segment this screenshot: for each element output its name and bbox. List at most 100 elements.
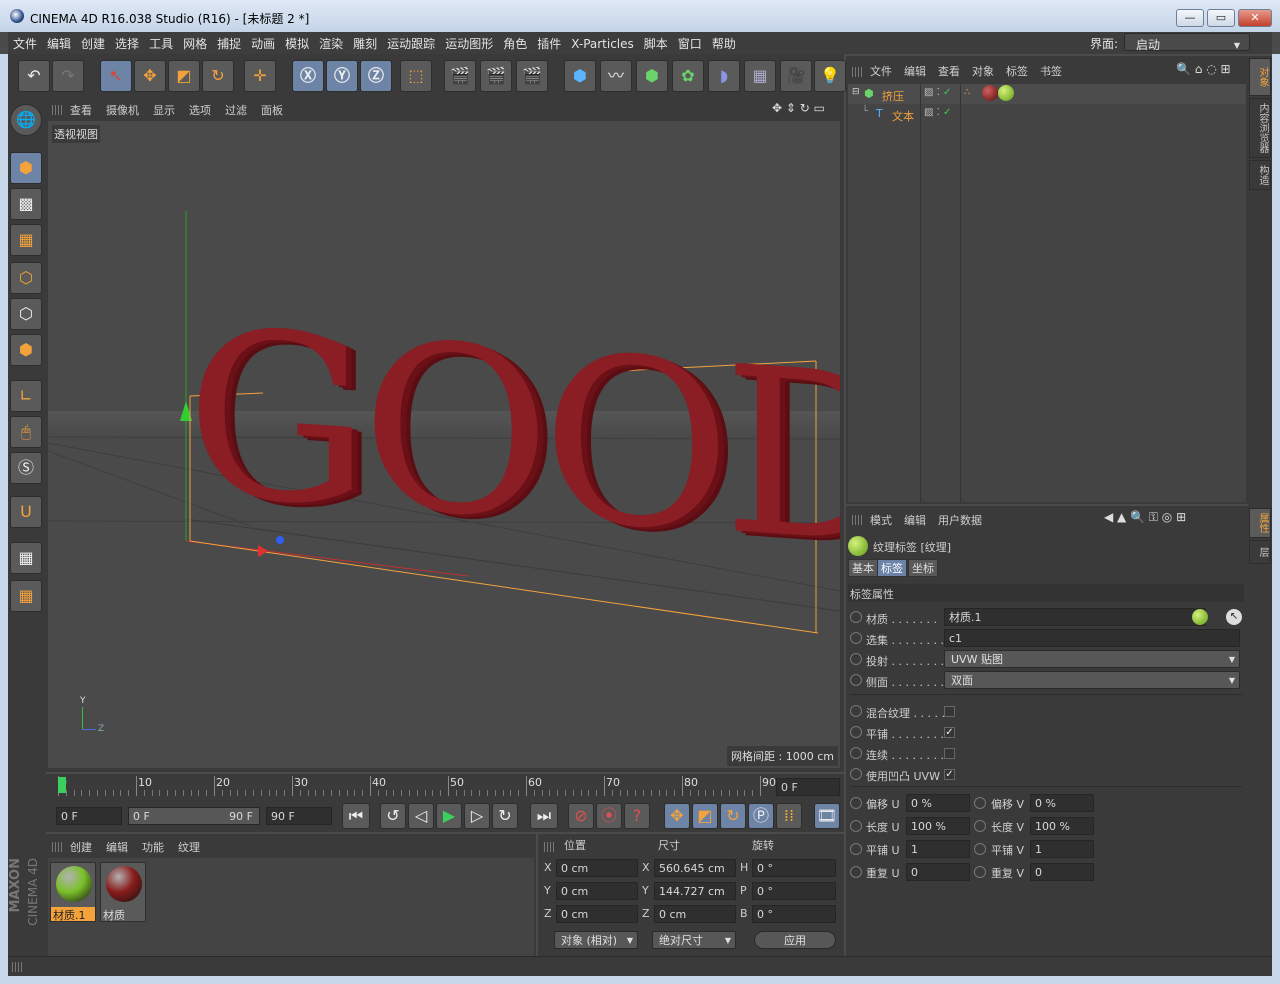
z-axis-lock-button[interactable]: Ⓩ [360,60,392,92]
light-button[interactable]: 💡 [814,60,846,92]
uv-right-field[interactable]: 0 [1030,863,1094,881]
animate-radio[interactable] [850,632,862,644]
object-row-extrude[interactable]: ⊟ ⬢ 挤压 ▨ ⁚ ✓ ∴ [848,84,1246,104]
menu-item-11[interactable]: 运动跟踪 [382,32,440,52]
live-select-button[interactable]: ↖ [100,60,132,92]
render-settings-button[interactable]: 🎬 [516,60,548,92]
rotate-tool-button[interactable]: ↻ [202,60,234,92]
visibility-toggle[interactable]: ▨ ⁚ ✓ [924,107,951,118]
prev-frame-button[interactable]: ◁ [408,803,434,829]
animate-radio[interactable] [850,747,862,759]
axis-mode-button[interactable]: ∟ [10,380,42,412]
material-thumbnail[interactable]: 材质 [100,862,146,922]
object-menu-item-3[interactable]: 对象 [972,65,994,78]
attribute-field[interactable]: c1 [944,629,1240,647]
globe-icon[interactable]: 🌐 [10,104,42,136]
scale-tool-button[interactable]: ◩ [168,60,200,92]
tab-content-browser[interactable]: 内容浏览器 [1249,98,1271,158]
uv-right-field[interactable]: 0 % [1030,794,1094,812]
animate-radio[interactable] [850,611,862,623]
render-picture-viewer-button[interactable]: 🎬 [480,60,512,92]
menu-item-5[interactable]: 网格 [178,32,212,52]
animate-radio[interactable] [850,653,862,665]
attribute-checkbox[interactable] [944,706,955,717]
object-toolbar-icons[interactable]: 🔍 ⌂ ◌ ⊞ [1176,62,1231,76]
animate-radio[interactable] [974,843,986,855]
y-axis-lock-button[interactable]: Ⓨ [326,60,358,92]
go-to-start-button[interactable]: ⏮ [342,803,370,829]
render-view-button[interactable]: 🎬 [444,60,476,92]
menu-item-7[interactable]: 动画 [246,32,280,52]
viewport-menu-item-3[interactable]: 选项 [189,104,211,117]
next-key-button[interactable]: ↻ [492,803,518,829]
attribute-menu-item-2[interactable]: 用户数据 [938,514,982,527]
material-menu-item-3[interactable]: 纹理 [178,841,200,854]
coordinate-mode-dropdown[interactable]: 对象 (相对) ▼ [554,931,638,949]
menu-item-2[interactable]: 创建 [76,32,110,52]
scene-text-good[interactable]: GOOD [186,280,840,597]
size-field[interactable]: 560.645 cm [654,859,736,877]
cube-primitive-button[interactable]: ⬢ [564,60,596,92]
start-frame-field[interactable]: 0 F [56,807,122,825]
menu-item-13[interactable]: 角色 [498,32,532,52]
viewport-menu-item-5[interactable]: 面板 [261,104,283,117]
object-menu-item-4[interactable]: 标签 [1006,65,1028,78]
material-link-swatch[interactable] [1192,609,1208,625]
menu-item-18[interactable]: 帮助 [707,32,741,52]
deformer-button[interactable]: ◗ [708,60,740,92]
rotation-field[interactable]: 0 ° [752,859,836,877]
attribute-field[interactable]: 材质.1 [944,608,1206,626]
record-keys-button[interactable]: ⊘ [568,803,594,829]
key-position-button[interactable]: ✥ [664,803,690,829]
uv-left-field[interactable]: 0 [906,863,970,881]
object-menu-item-5[interactable]: 书签 [1040,65,1062,78]
apply-button[interactable]: 应用 [754,931,836,949]
tag-icon[interactable]: ∴ [964,87,970,98]
object-menu-item-2[interactable]: 查看 [938,65,960,78]
recent-tool-button[interactable]: ✛ [244,60,276,92]
attribute-nav-icons[interactable]: ◀ ▲ 🔍 ⚿ ◎ ⊞ [1104,510,1186,525]
menu-item-3[interactable]: 选择 [110,32,144,52]
key-parameter-button[interactable]: Ⓟ [748,803,774,829]
animate-radio[interactable] [850,726,862,738]
animate-radio[interactable] [850,674,862,686]
lock-workplane-button[interactable]: ▦ [10,542,42,574]
tweak-mode-button[interactable]: 🖱 [10,416,42,448]
menu-item-1[interactable]: 编辑 [42,32,76,52]
menu-item-17[interactable]: 窗口 [673,32,707,52]
attribute-checkbox[interactable]: ✓ [944,727,955,738]
minimize-button[interactable]: — [1176,9,1204,27]
animate-radio[interactable] [850,843,862,855]
texture-mode-button[interactable]: ▩ [10,188,42,220]
position-field[interactable]: 0 cm [556,882,638,900]
prev-key-button[interactable]: ↺ [380,803,406,829]
menu-item-10[interactable]: 雕刻 [348,32,382,52]
move-tool-button[interactable]: ✥ [134,60,166,92]
object-menu-item-0[interactable]: 文件 [870,65,892,78]
current-frame-field[interactable]: 0 F [776,778,840,796]
position-field[interactable]: 0 cm [556,905,638,923]
tab-objects[interactable]: 对象 [1249,58,1271,96]
uv-right-field[interactable]: 1 [1030,840,1094,858]
menu-item-15[interactable]: X-Particles [566,34,639,51]
range-slider[interactable]: 0 F 90 F [128,807,260,825]
playhead[interactable] [58,777,66,793]
visibility-toggle[interactable]: ▨ ⁚ ✓ [924,87,951,98]
size-mode-dropdown[interactable]: 绝对尺寸 ▼ [652,931,736,949]
viewport-menu-item-2[interactable]: 显示 [153,104,175,117]
animate-radio[interactable] [850,820,862,832]
object-name-text[interactable]: 文本 [892,108,914,124]
points-mode-button[interactable]: ⬡ [10,262,42,294]
array-button[interactable]: ✿ [672,60,704,92]
material-menu-item-1[interactable]: 编辑 [106,841,128,854]
next-frame-button[interactable]: ▷ [464,803,490,829]
viewport-menu-item-4[interactable]: 过滤 [225,104,247,117]
size-field[interactable]: 0 cm [654,905,736,923]
tab-layers[interactable]: 层 [1249,540,1271,564]
uv-left-field[interactable]: 100 % [906,817,970,835]
rotation-field[interactable]: 0 ° [752,882,836,900]
tab-coordinates[interactable]: 坐标 [908,559,938,577]
tab-tag[interactable]: 标签 [877,559,907,577]
animate-radio[interactable] [974,866,986,878]
animate-radio[interactable] [850,705,862,717]
